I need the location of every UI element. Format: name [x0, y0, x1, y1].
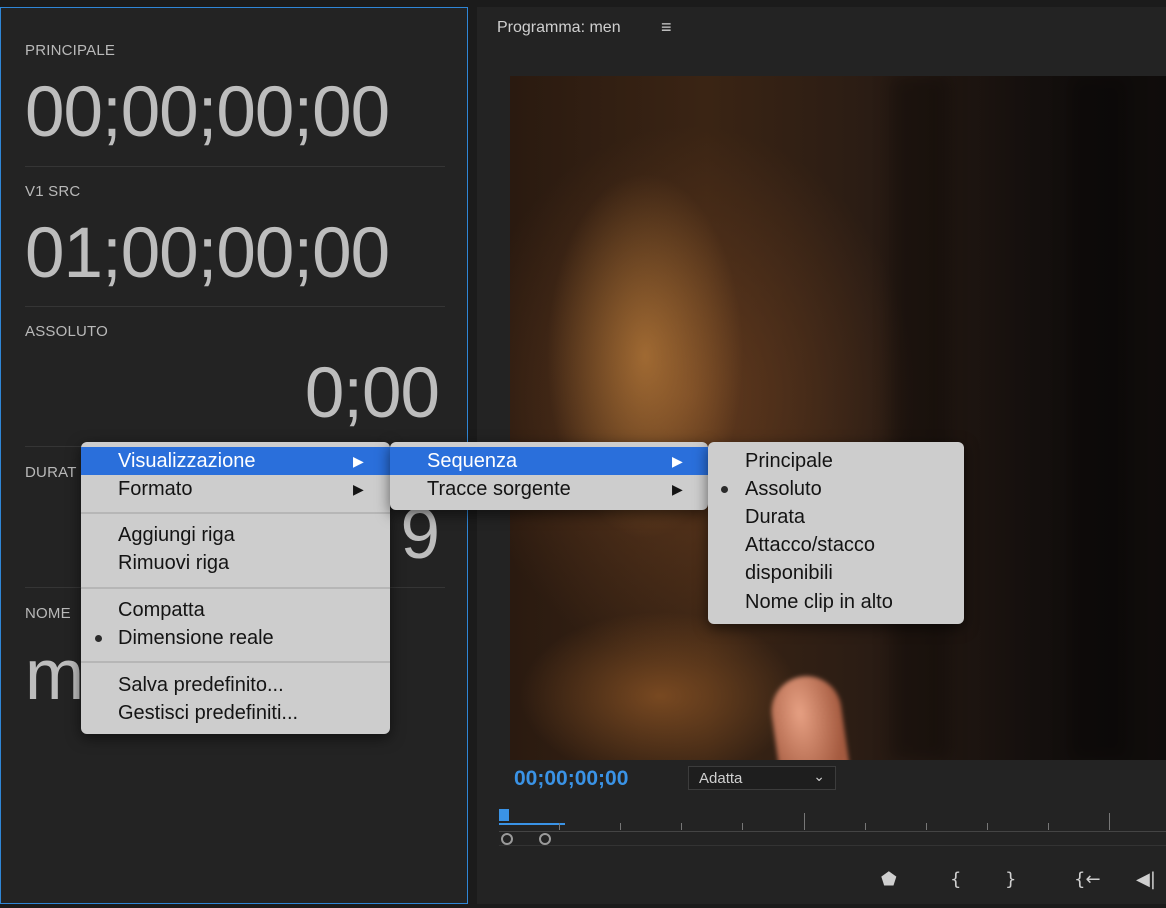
video-blur-shape	[1070, 76, 1130, 760]
menu-item-visualizzazione[interactable]: Visualizzazione ▶	[81, 447, 390, 475]
ruler-tick	[926, 823, 927, 830]
submenu-sequenza[interactable]: Principale Assoluto Durata Attacco/stacc…	[708, 442, 964, 624]
menu-item-formato[interactable]: Formato ▶	[81, 475, 390, 503]
ruler-line	[499, 831, 1166, 832]
menu-item-gestisci-predefiniti[interactable]: Gestisci predefiniti...	[81, 699, 390, 727]
go-to-in-icon[interactable]: {←	[1074, 869, 1101, 890]
menu-item-nome-clip-in-alto[interactable]: Nome clip in alto	[708, 588, 964, 616]
mark-in-icon[interactable]: {	[950, 869, 961, 890]
zoom-handle-right[interactable]	[539, 833, 551, 845]
menu-separator	[81, 661, 390, 663]
menu-item-label: Sequenza	[427, 450, 518, 472]
menu-item-label: Gestisci predefiniti...	[118, 702, 299, 724]
step-back-icon[interactable]: ◀|	[1136, 869, 1156, 890]
video-finger-shape	[766, 671, 854, 760]
menu-item-label: Durata	[745, 506, 806, 528]
menu-item-label: Aggiungi riga	[118, 524, 235, 546]
fit-dropdown[interactable]: Adatta ⌄	[688, 766, 836, 790]
playhead-marker[interactable]	[499, 809, 509, 821]
video-preview[interactable]	[510, 76, 1166, 760]
menu-item-label: Principale	[745, 450, 833, 472]
menu-item-assoluto[interactable]: Assoluto	[708, 475, 964, 503]
submenu-arrow-icon: ▶	[672, 481, 683, 497]
context-menu[interactable]: Visualizzazione ▶ Formato ▶ Aggiungi rig…	[81, 442, 390, 734]
submenu-visualizzazione[interactable]: Sequenza ▶ Tracce sorgente ▶	[390, 442, 708, 510]
video-blur-shape	[890, 76, 950, 760]
menu-item-compatta[interactable]: Compatta	[81, 596, 390, 624]
menu-item-dimensione-reale[interactable]: Dimensione reale	[81, 624, 390, 652]
divider	[25, 306, 445, 307]
menu-item-tracce-sorgente[interactable]: Tracce sorgente ▶	[390, 475, 708, 503]
menu-item-label: Compatta	[118, 599, 205, 621]
menu-item-label: Attacco/stacco	[745, 534, 876, 556]
check-dot-icon	[721, 486, 728, 493]
menu-item-attacco-stacco[interactable]: Attacco/stacco	[708, 531, 964, 559]
ruler-tick	[804, 813, 805, 830]
ruler-tick	[742, 823, 743, 830]
menu-item-label: Visualizzazione	[118, 450, 256, 472]
zoom-handle-left[interactable]	[501, 833, 513, 845]
submenu-arrow-icon: ▶	[672, 453, 683, 469]
time-ruler[interactable]	[499, 809, 1166, 849]
mark-out-icon[interactable]: }	[1005, 869, 1016, 890]
marker-icon[interactable]: ⬟	[881, 869, 897, 890]
menu-item-rimuovi-riga[interactable]: Rimuovi riga	[81, 549, 390, 577]
timecode-label: ASSOLUTO	[25, 323, 109, 340]
zoom-bar-track[interactable]	[499, 845, 1166, 846]
playhead-range	[499, 823, 565, 825]
menu-item-label: Assoluto	[745, 478, 822, 500]
hamburger-icon[interactable]: ≡	[661, 17, 672, 38]
menu-item-aggiungi-riga[interactable]: Aggiungi riga	[81, 521, 390, 549]
submenu-arrow-icon: ▶	[353, 453, 364, 469]
ruler-tick	[987, 823, 988, 830]
menu-item-durata[interactable]: Durata	[708, 503, 964, 531]
timecode-value: 00;00;00;00	[25, 73, 390, 152]
ruler-tick	[681, 823, 682, 830]
menu-item-principale[interactable]: Principale	[708, 447, 964, 475]
menu-item-label: Dimensione reale	[118, 627, 274, 649]
fit-dropdown-value: Adatta	[699, 770, 743, 787]
timecode-value: 01;00;00;00	[25, 214, 390, 293]
menu-separator	[81, 512, 390, 514]
menu-item-label: Formato	[118, 478, 193, 500]
menu-separator	[81, 587, 390, 589]
divider	[25, 166, 445, 167]
menu-item-salva-predefinito[interactable]: Salva predefinito...	[81, 671, 390, 699]
timecode-label: DURAT	[25, 464, 77, 481]
program-monitor-title[interactable]: Programma: men	[497, 19, 621, 37]
ruler-tick	[865, 823, 866, 830]
ruler-tick	[1048, 823, 1049, 830]
playhead-timecode[interactable]: 00;00;00;00	[514, 767, 628, 791]
submenu-arrow-icon: ▶	[353, 481, 364, 497]
timecode-value: 0;00	[304, 354, 440, 433]
ruler-tick	[620, 823, 621, 830]
ruler-tick	[559, 823, 560, 830]
timecode-label: PRINCIPALE	[25, 42, 116, 59]
menu-item-sequenza[interactable]: Sequenza ▶	[390, 447, 708, 475]
check-dot-icon	[95, 635, 102, 642]
ruler-tick	[1109, 813, 1110, 830]
menu-item-label: Tracce sorgente	[427, 478, 571, 500]
menu-item-label: Salva predefinito...	[118, 674, 284, 696]
menu-item-label: disponibili	[745, 562, 833, 584]
menu-item-label: Nome clip in alto	[745, 591, 893, 613]
chevron-down-icon: ⌄	[813, 768, 825, 784]
menu-item-label: Rimuovi riga	[118, 552, 230, 574]
timecode-label: V1 SRC	[25, 183, 81, 200]
menu-item-disponibili[interactable]: disponibili	[708, 559, 964, 587]
timecode-label: NOME	[25, 605, 71, 622]
